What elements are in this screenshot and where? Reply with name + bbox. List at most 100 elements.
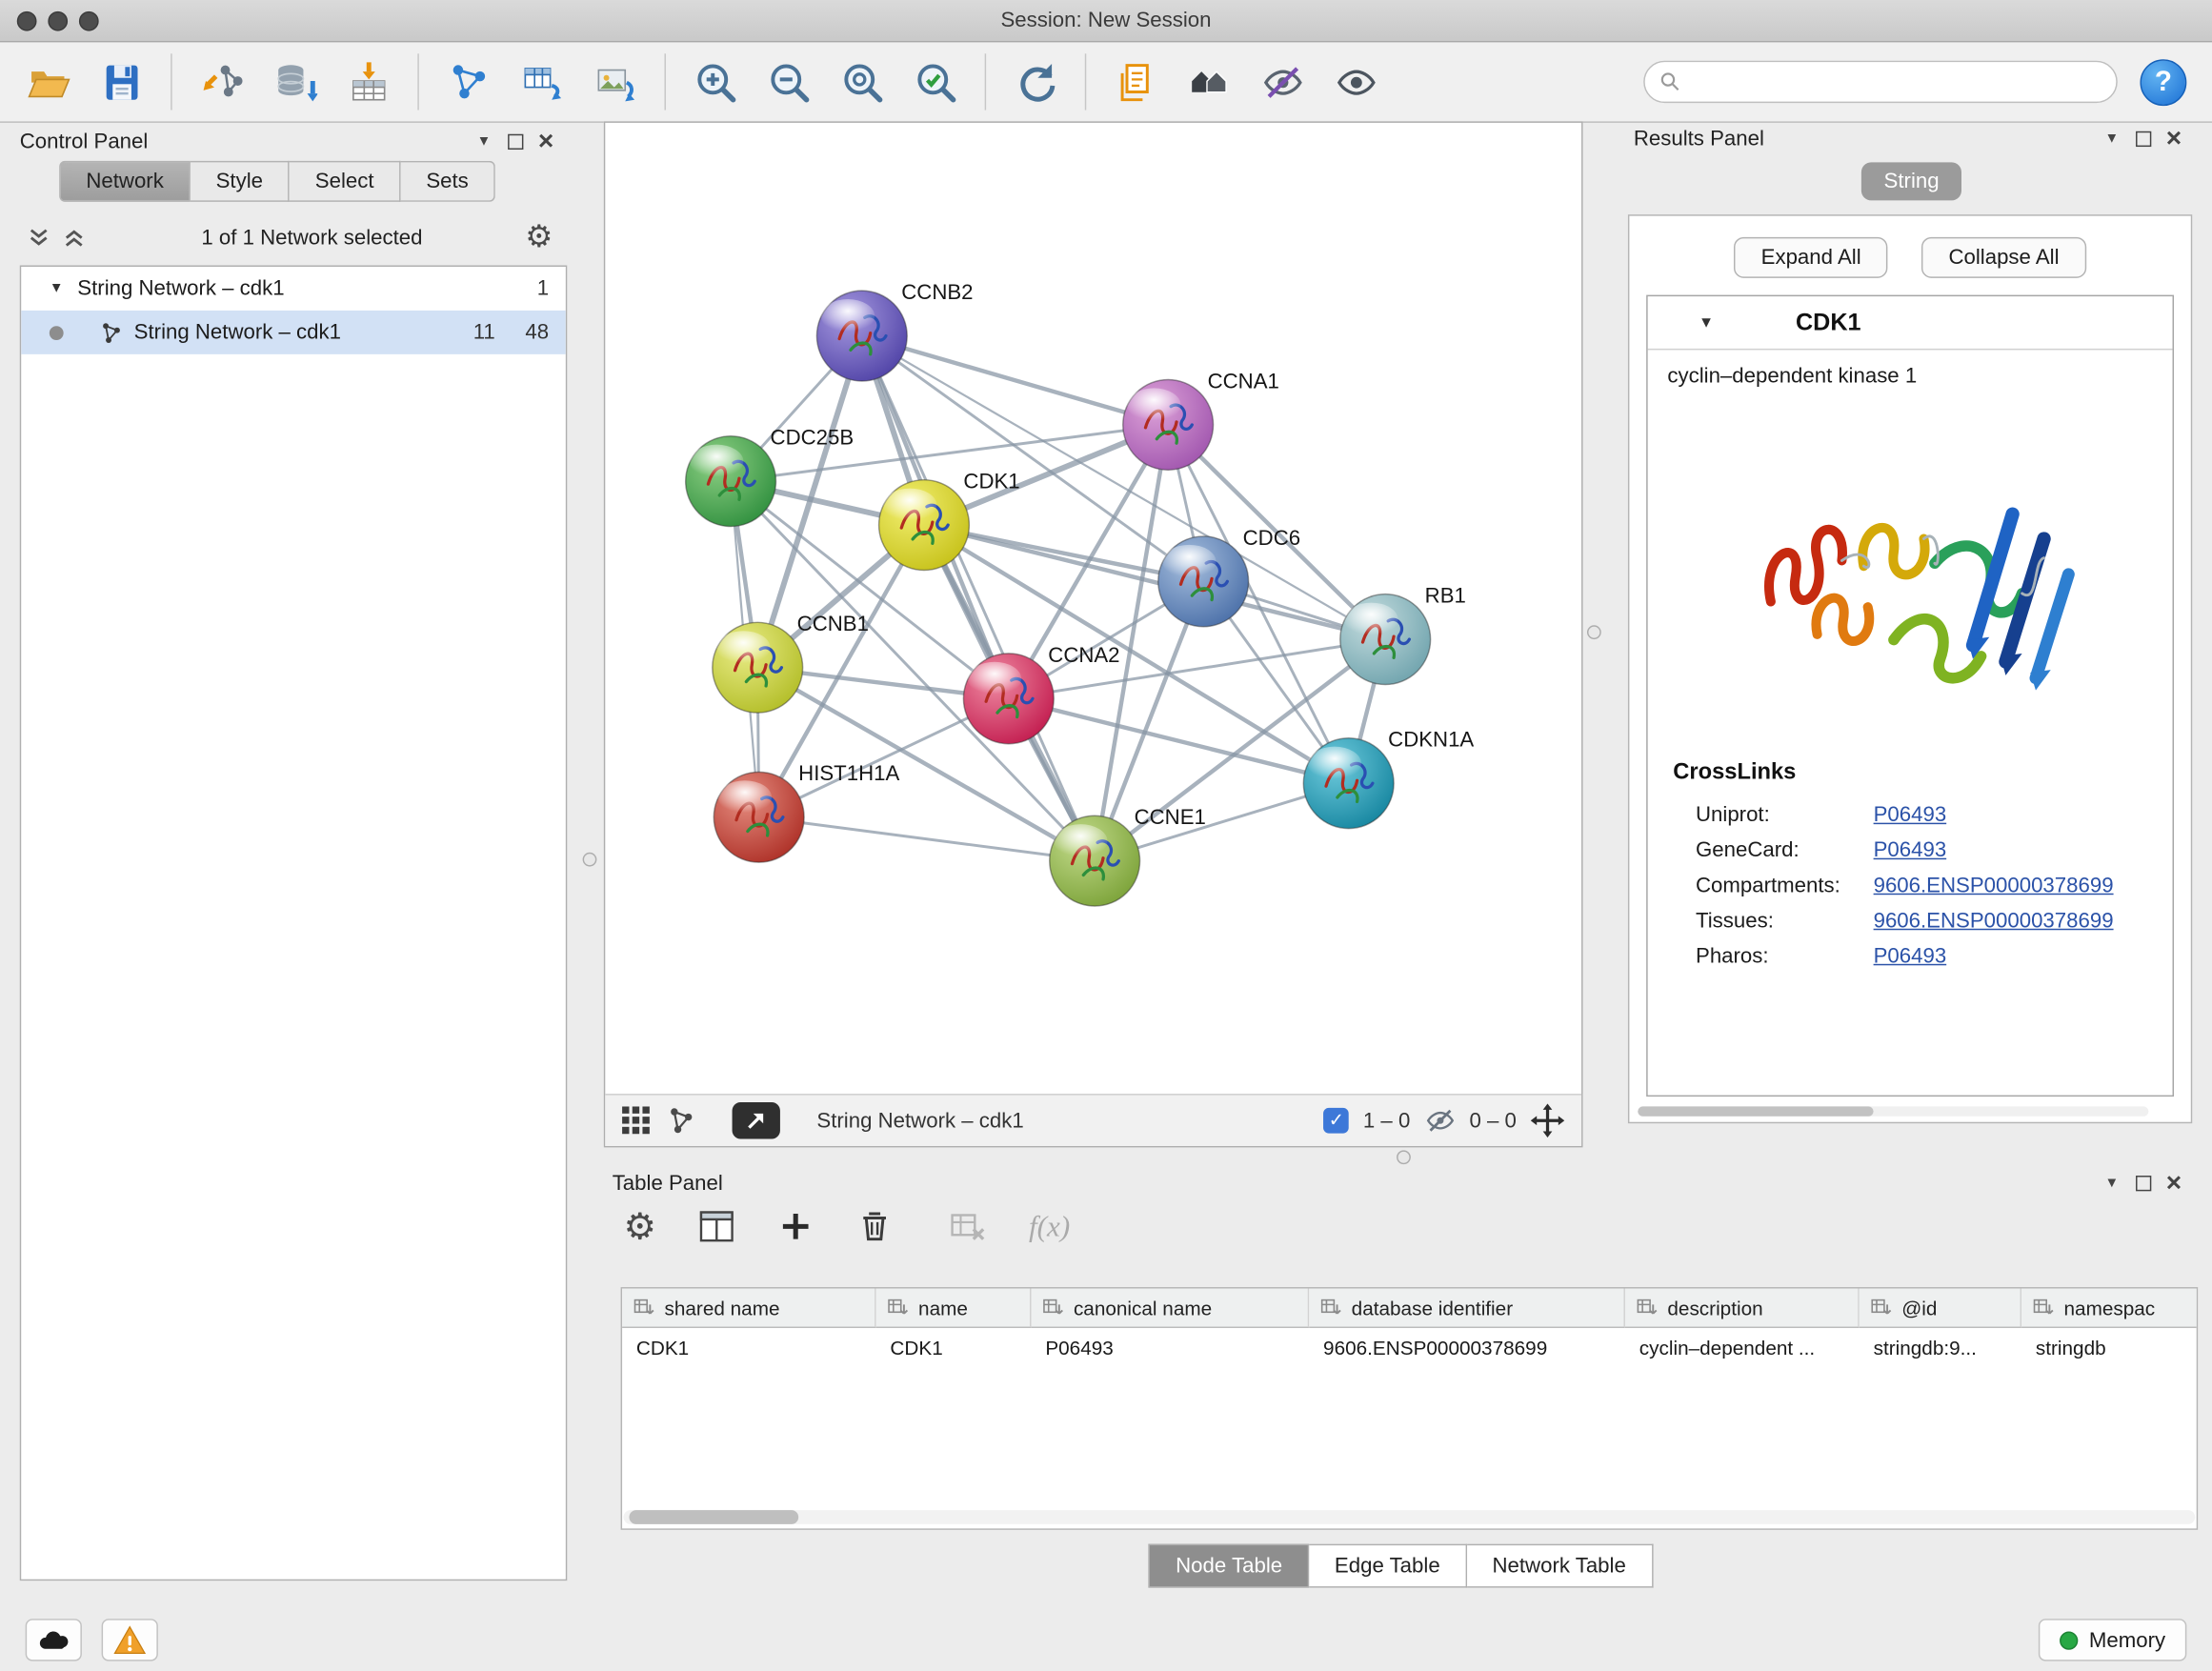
protein-expand-icon[interactable]: ▼ xyxy=(1699,314,1714,332)
table-cell-name[interactable]: CDK1 xyxy=(876,1328,1032,1367)
panel-float-icon[interactable] xyxy=(2127,1170,2159,1196)
show-columns-icon[interactable] xyxy=(698,1208,735,1245)
memory-button[interactable]: Memory xyxy=(2039,1619,2187,1661)
zoom-out-button[interactable] xyxy=(754,50,822,114)
crosslink-link-compartments[interactable]: 9606.ENSP00000378699 xyxy=(1874,874,2114,897)
collapse-all-networks-icon[interactable] xyxy=(29,227,50,248)
network-row-selected[interactable]: String Network – cdk1 11 48 xyxy=(21,311,566,354)
table-cell-shared-name[interactable]: CDK1 xyxy=(622,1328,876,1367)
table-horizontal-scrollbar[interactable] xyxy=(624,1510,2196,1524)
network-node-ccna2[interactable] xyxy=(963,654,1054,744)
network-edge[interactable] xyxy=(924,525,1385,639)
column-header-database-identifier[interactable]: database identifier xyxy=(1309,1289,1625,1328)
network-node-cdkn1a[interactable] xyxy=(1303,738,1394,829)
apply-layout-button[interactable] xyxy=(1001,50,1069,114)
zoom-in-button[interactable] xyxy=(681,50,749,114)
new-network-button[interactable] xyxy=(434,50,502,114)
string-tab-badge[interactable]: String xyxy=(1861,162,1961,200)
network-options-gear-icon[interactable]: ⚙ xyxy=(525,222,553,253)
collection-expand-icon[interactable]: ▼ xyxy=(50,281,64,296)
column-header-description[interactable]: description xyxy=(1625,1289,1860,1328)
panel-float-icon[interactable] xyxy=(2127,126,2159,151)
crosslink-link-uniprot[interactable]: P06493 xyxy=(1874,803,1947,827)
network-canvas[interactable]: CCNB2CCNA1CDC25BCDK1CDC6RB1CCNB1CCNA2CDK… xyxy=(605,123,1581,1094)
first-neighbors-button[interactable] xyxy=(1176,50,1243,114)
hide-selected-button[interactable] xyxy=(1249,50,1317,114)
network-node-cdc25b[interactable] xyxy=(686,436,776,527)
crosslink-link-genecard[interactable]: P06493 xyxy=(1874,838,1947,862)
network-node-hist1h1a[interactable] xyxy=(714,772,804,862)
expand-all-networks-icon[interactable] xyxy=(64,227,85,248)
copy-document-button[interactable] xyxy=(1102,50,1170,114)
selected-checkbox-icon[interactable]: ✓ xyxy=(1323,1108,1349,1134)
open-session-button[interactable] xyxy=(14,50,82,114)
pan-crosshair-icon[interactable] xyxy=(1531,1103,1565,1137)
help-button[interactable]: ? xyxy=(2140,58,2186,105)
export-image-button[interactable] xyxy=(581,50,649,114)
show-all-button[interactable] xyxy=(1322,50,1390,114)
add-column-icon[interactable] xyxy=(777,1208,814,1245)
tab-style[interactable]: Style xyxy=(191,161,290,202)
panel-menu-icon[interactable]: ▼ xyxy=(2097,126,2128,151)
minimize-window-button[interactable] xyxy=(48,11,68,31)
panel-menu-icon[interactable]: ▼ xyxy=(469,129,500,154)
protein-card-header[interactable]: ▼ CDK1 xyxy=(1648,296,2173,350)
table-cell-description[interactable]: cyclin–dependent ... xyxy=(1625,1328,1860,1367)
network-node-ccnb1[interactable] xyxy=(713,622,803,713)
cloud-status-button[interactable] xyxy=(26,1619,82,1661)
network-view-icon[interactable] xyxy=(667,1106,695,1135)
delete-column-trash-icon[interactable] xyxy=(856,1208,894,1245)
network-node-rb1[interactable] xyxy=(1340,594,1431,685)
table-options-gear-icon[interactable]: ⚙ xyxy=(624,1208,657,1245)
panel-close-icon[interactable]: × xyxy=(531,129,562,154)
collapse-all-button[interactable]: Collapse All xyxy=(1921,237,2085,278)
column-header-shared-name[interactable]: shared name xyxy=(622,1289,876,1328)
table-cell-canonical-name[interactable]: P06493 xyxy=(1032,1328,1310,1367)
bottom-splitter-handle[interactable] xyxy=(1397,1150,1411,1164)
import-network-from-file-button[interactable] xyxy=(188,50,255,114)
network-edge[interactable] xyxy=(759,817,1095,861)
network-node-ccnb2[interactable] xyxy=(816,291,907,381)
table-cell-id[interactable]: stringdb:9... xyxy=(1860,1328,2021,1367)
detach-view-button[interactable] xyxy=(733,1102,780,1139)
panel-menu-icon[interactable]: ▼ xyxy=(2097,1170,2128,1196)
save-session-button[interactable] xyxy=(88,50,155,114)
delete-table-icon[interactable] xyxy=(950,1208,987,1245)
search-input[interactable] xyxy=(1692,70,2102,93)
network-node-ccna1[interactable] xyxy=(1123,380,1214,471)
function-builder-icon[interactable]: f(x) xyxy=(1029,1209,1070,1244)
column-header-name[interactable]: name xyxy=(876,1289,1032,1328)
close-window-button[interactable] xyxy=(17,11,37,31)
results-horizontal-scrollbar[interactable] xyxy=(1638,1106,2148,1116)
column-header-canonical-name[interactable]: canonical name xyxy=(1032,1289,1310,1328)
tab-network-table[interactable]: Network Table xyxy=(1467,1544,1653,1588)
warnings-button[interactable] xyxy=(102,1619,158,1661)
network-collection-row[interactable]: ▼ String Network – cdk1 1 xyxy=(21,267,566,311)
network-edge[interactable] xyxy=(862,336,1168,425)
grid-view-icon[interactable] xyxy=(622,1106,651,1135)
tab-edge-table[interactable]: Edge Table xyxy=(1309,1544,1467,1588)
table-cell-database-identifier[interactable]: 9606.ENSP00000378699 xyxy=(1309,1328,1625,1367)
zoom-window-button[interactable] xyxy=(79,11,99,31)
import-table-button[interactable] xyxy=(334,50,402,114)
network-node-cdk1[interactable] xyxy=(879,480,970,571)
network-from-table-button[interactable] xyxy=(508,50,575,114)
tab-sets[interactable]: Sets xyxy=(401,161,495,202)
network-node-ccne1[interactable] xyxy=(1050,815,1140,906)
table-cell-namespac[interactable]: stringdb xyxy=(2021,1328,2198,1367)
panel-close-icon[interactable]: × xyxy=(2159,126,2190,151)
zoom-fit-button[interactable] xyxy=(828,50,895,114)
column-header-namespac[interactable]: namespac xyxy=(2021,1289,2198,1328)
crosslink-link-tissues[interactable]: 9606.ENSP00000378699 xyxy=(1874,909,2114,933)
column-header-id[interactable]: @id xyxy=(1860,1289,2021,1328)
right-splitter-handle[interactable] xyxy=(1587,625,1601,639)
network-node-cdc6[interactable] xyxy=(1158,536,1249,627)
panel-float-icon[interactable] xyxy=(499,129,531,154)
left-splitter-handle[interactable] xyxy=(583,853,597,867)
crosslink-link-pharos[interactable]: P06493 xyxy=(1874,944,1947,968)
tab-select[interactable]: Select xyxy=(290,161,401,202)
tab-node-table[interactable]: Node Table xyxy=(1149,1544,1309,1588)
import-network-from-database-button[interactable] xyxy=(261,50,329,114)
panel-close-icon[interactable]: × xyxy=(2159,1170,2190,1196)
hidden-eye-slash-icon[interactable] xyxy=(1424,1105,1456,1137)
